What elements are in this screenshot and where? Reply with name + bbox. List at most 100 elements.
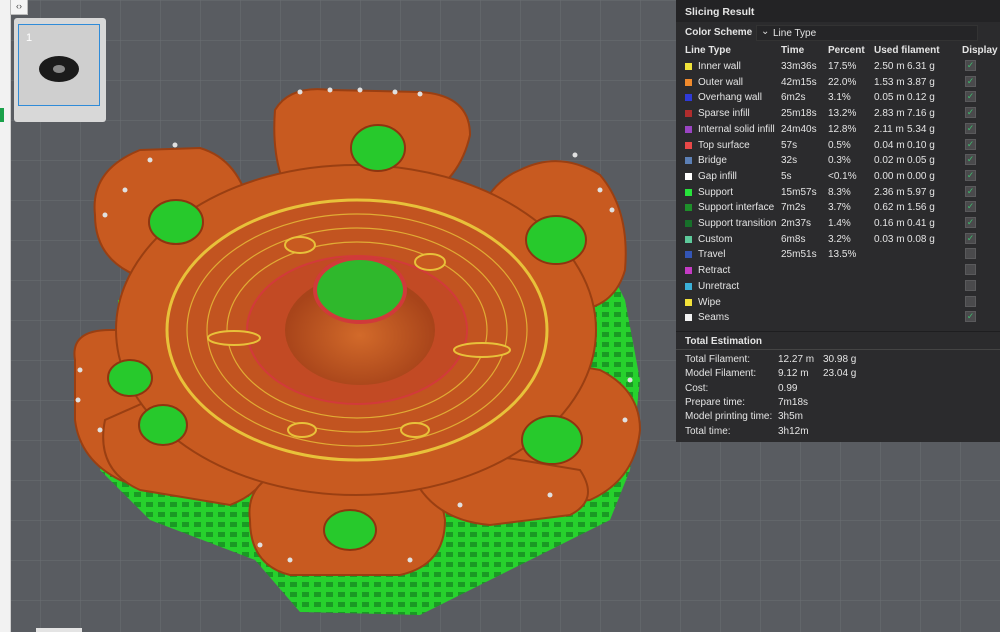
- line-type-weight: 0.08 g: [907, 233, 935, 245]
- bottom-tab[interactable]: [36, 628, 82, 632]
- display-checkbox[interactable]: ✓: [965, 185, 976, 197]
- line-type-length: 0.02 m: [874, 155, 905, 167]
- color-scheme-label: Color Scheme: [685, 27, 753, 38]
- line-type-name: Inner wall: [698, 61, 741, 72]
- line-type-name: Travel: [698, 249, 726, 261]
- line-type-row: Inner wall 33m36s 17.5% 2.50 m 6.31 g ✓: [676, 59, 1000, 75]
- display-checkbox[interactable]: ✓: [965, 169, 976, 181]
- estimation-row: Total Filament: 12.27 m 30.98 g: [676, 352, 1000, 366]
- line-type-length: 2.36 m: [874, 186, 905, 198]
- line-type-length: 0.16 m: [874, 218, 905, 229]
- line-type-weight: 0.10 g: [907, 139, 935, 151]
- line-type-weight: 7.16 g: [907, 108, 935, 120]
- display-checkbox[interactable]: [965, 295, 976, 307]
- line-type-row: Seams ✓: [676, 310, 1000, 326]
- estimation-label: Total time:: [685, 425, 731, 437]
- line-type-percent: 1.4%: [828, 218, 851, 229]
- estimation-value-2: 23.04 g: [823, 368, 857, 380]
- display-checkbox[interactable]: ✓: [965, 201, 976, 213]
- estimation-value: 9.12 m: [778, 368, 809, 380]
- color-swatch: [685, 188, 692, 196]
- color-scheme-dropdown[interactable]: ⌄ Line Type: [756, 25, 978, 41]
- plate-thumbnail-panel[interactable]: 1: [14, 18, 106, 122]
- line-type-name: Gap infill: [698, 170, 737, 182]
- estimation-row: Model printing time: 3h5m: [676, 409, 1000, 423]
- display-checkbox[interactable]: ✓: [965, 107, 976, 119]
- display-checkbox[interactable]: ✓: [965, 232, 976, 244]
- divider: [676, 349, 1000, 350]
- line-type-row: Unretract: [676, 279, 1000, 295]
- line-type-weight: 0.41 g: [907, 218, 935, 229]
- display-checkbox[interactable]: ✓: [965, 60, 976, 71]
- slicing-result-panel: Slicing Result Color Scheme ⌄ Line Type …: [676, 0, 1000, 442]
- line-type-weight: 0.00 g: [907, 170, 935, 182]
- line-type-row: Wipe: [676, 295, 1000, 311]
- line-type-name: Wipe: [698, 296, 721, 308]
- line-type-time: 5s: [781, 170, 792, 182]
- header-time: Time: [781, 45, 805, 56]
- line-type-weight: 0.12 g: [907, 92, 935, 104]
- display-checkbox[interactable]: ✓: [965, 75, 976, 87]
- line-type-length: 1.53 m: [874, 76, 905, 88]
- line-type-row: Top surface 57s 0.5% 0.04 m 0.10 g ✓: [676, 138, 1000, 154]
- line-type-weight: 0.05 g: [907, 155, 935, 167]
- divider: [676, 331, 1000, 332]
- line-type-name: Top surface: [698, 139, 750, 151]
- color-swatch: [685, 298, 692, 306]
- display-checkbox[interactable]: ✓: [965, 138, 976, 150]
- line-type-percent: 0.5%: [828, 139, 851, 151]
- header-percent: Percent: [828, 45, 865, 56]
- display-checkbox[interactable]: [965, 248, 976, 260]
- line-type-row: Internal solid infill 24m40s 12.8% 2.11 m 5.…: [676, 122, 1000, 138]
- line-type-row: Overhang wall 6m2s 3.1% 0.05 m 0.12 g ✓: [676, 90, 1000, 106]
- line-type-length: 2.83 m: [874, 108, 905, 120]
- color-swatch: [685, 204, 692, 212]
- color-swatch: [685, 172, 692, 180]
- line-type-time: 7m2s: [781, 202, 806, 214]
- color-swatch: [685, 220, 692, 227]
- estimation-value: 3h5m: [778, 411, 804, 423]
- left-accent-marker: [0, 108, 4, 122]
- line-type-time: 57s: [781, 139, 798, 151]
- line-type-percent: 3.7%: [828, 202, 851, 214]
- color-swatch: [685, 125, 692, 133]
- display-checkbox[interactable]: ✓: [965, 217, 976, 228]
- line-type-percent: 3.1%: [828, 92, 851, 104]
- line-type-weight: 5.97 g: [907, 186, 935, 198]
- line-type-length: 0.04 m: [874, 139, 905, 151]
- estimation-row: Cost: 0.99: [676, 381, 1000, 395]
- line-type-weight: 3.87 g: [907, 76, 935, 88]
- expand-collapse-icon[interactable]: ‹›: [10, 0, 28, 15]
- color-swatch: [685, 94, 692, 102]
- line-type-time: 25m51s: [781, 249, 817, 261]
- color-swatch: [685, 110, 692, 118]
- line-type-time: 32s: [781, 155, 798, 167]
- line-type-row: Outer wall 42m15s 22.0% 1.53 m 3.87 g ✓: [676, 75, 1000, 91]
- line-type-row: Support interface 7m2s 3.7% 0.62 m 1.56 g ✓: [676, 200, 1000, 216]
- line-type-percent: 13.5%: [828, 249, 857, 261]
- line-type-name: Overhang wall: [698, 92, 762, 104]
- color-swatch: [685, 157, 692, 165]
- line-type-percent: 13.2%: [828, 108, 857, 120]
- display-checkbox[interactable]: [965, 279, 976, 291]
- line-type-time: 33m36s: [781, 61, 817, 72]
- display-checkbox[interactable]: ✓: [965, 91, 976, 103]
- line-type-percent: 17.5%: [828, 61, 857, 72]
- display-checkbox[interactable]: ✓: [965, 122, 976, 134]
- header-display: Display: [962, 45, 998, 56]
- line-type-percent: 12.8%: [828, 123, 857, 135]
- color-swatch: [685, 251, 692, 259]
- estimation-label: Prepare time:: [685, 396, 746, 408]
- line-type-time: 2m37s: [781, 218, 812, 229]
- line-type-name: Support: [698, 186, 734, 198]
- line-type-length: 2.11 m: [874, 123, 904, 135]
- line-type-percent: <0.1%: [828, 170, 857, 182]
- line-type-time: 15m57s: [781, 186, 817, 198]
- display-checkbox[interactable]: ✓: [965, 311, 976, 323]
- display-checkbox[interactable]: ✓: [965, 154, 976, 166]
- line-type-weight: 6.31 g: [907, 61, 935, 72]
- display-checkbox[interactable]: [965, 264, 976, 276]
- line-type-name: Unretract: [698, 280, 740, 292]
- panel-title: Slicing Result: [676, 0, 1000, 22]
- plate-number: 1: [26, 32, 33, 44]
